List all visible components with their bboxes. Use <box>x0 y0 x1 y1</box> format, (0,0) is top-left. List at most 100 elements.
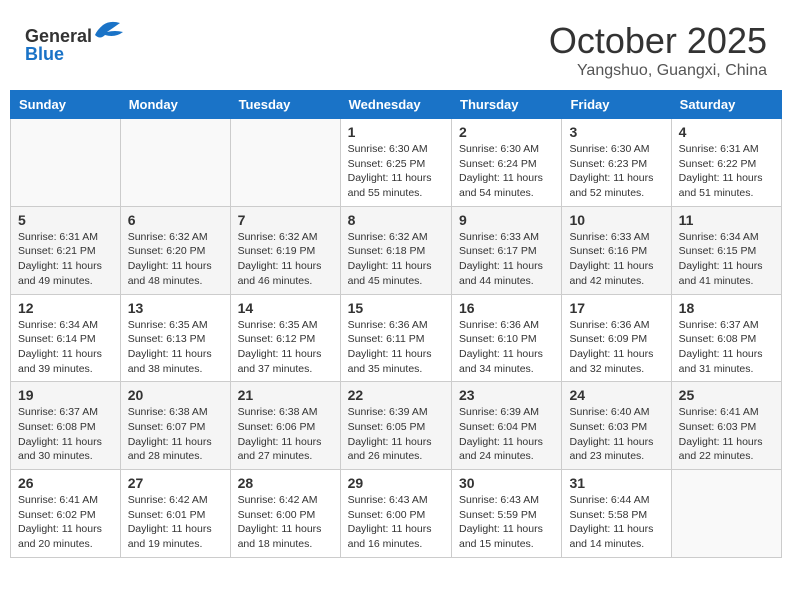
calendar-week-row: 1 Sunrise: 6:30 AMSunset: 6:25 PMDaylight… <box>11 119 782 207</box>
logo: General Blue <box>25 20 125 70</box>
col-header-sunday: Sunday <box>11 91 121 119</box>
day-number: 20 <box>128 387 223 403</box>
calendar-week-row: 12 Sunrise: 6:34 AMSunset: 6:14 PMDayligh… <box>11 294 782 382</box>
day-info: Sunrise: 6:42 AMSunset: 6:00 PMDaylight:… <box>238 493 333 552</box>
day-info: Sunrise: 6:33 AMSunset: 6:17 PMDaylight:… <box>459 230 554 289</box>
day-number: 29 <box>348 475 444 491</box>
day-info: Sunrise: 6:37 AMSunset: 6:08 PMDaylight:… <box>18 405 113 464</box>
day-info: Sunrise: 6:39 AMSunset: 6:04 PMDaylight:… <box>459 405 554 464</box>
day-number: 26 <box>18 475 113 491</box>
day-number: 7 <box>238 212 333 228</box>
calendar-cell: 3 Sunrise: 6:30 AMSunset: 6:23 PMDaylight… <box>562 119 671 207</box>
calendar-cell: 30Sunrise: 6:43 AMSunset: 5:59 PMDayligh… <box>452 470 562 558</box>
day-number: 24 <box>569 387 663 403</box>
calendar-cell: 24 Sunrise: 6:40 AMSunset: 6:03 PMDayligh… <box>562 382 671 470</box>
col-header-tuesday: Tuesday <box>230 91 340 119</box>
day-number: 17 <box>569 300 663 316</box>
calendar-cell: 23 Sunrise: 6:39 AMSunset: 6:04 PMDayligh… <box>452 382 562 470</box>
month-year-title: October 2025 <box>549 20 767 62</box>
calendar-cell: 1 Sunrise: 6:30 AMSunset: 6:25 PMDaylight… <box>340 119 451 207</box>
day-number: 14 <box>238 300 333 316</box>
svg-text:Blue: Blue <box>25 44 64 64</box>
calendar-cell <box>230 119 340 207</box>
day-number: 28 <box>238 475 333 491</box>
calendar-cell: 28 Sunrise: 6:42 AMSunset: 6:00 PMDayligh… <box>230 470 340 558</box>
col-header-wednesday: Wednesday <box>340 91 451 119</box>
day-number: 1 <box>348 124 444 140</box>
calendar-week-row: 19 Sunrise: 6:37 AMSunset: 6:08 PMDayligh… <box>11 382 782 470</box>
day-number: 16 <box>459 300 554 316</box>
day-info: Sunrise: 6:43 AMSunset: 6:00 PMDaylight:… <box>348 493 444 552</box>
day-number: 3 <box>569 124 663 140</box>
day-info: Sunrise: 6:38 AMSunset: 6:07 PMDaylight:… <box>128 405 223 464</box>
day-number: 23 <box>459 387 554 403</box>
calendar-cell <box>120 119 230 207</box>
day-number: 13 <box>128 300 223 316</box>
calendar-week-row: 26 Sunrise: 6:41 AMSunset: 6:02 PMDayligh… <box>11 470 782 558</box>
day-info: Sunrise: 6:30 AMSunset: 6:25 PMDaylight:… <box>348 142 444 201</box>
day-number: 11 <box>679 212 774 228</box>
calendar-cell: 10 Sunrise: 6:33 AMSunset: 6:16 PMDayligh… <box>562 206 671 294</box>
calendar-cell: 9Sunrise: 6:33 AMSunset: 6:17 PMDaylight… <box>452 206 562 294</box>
svg-text:General: General <box>25 26 92 46</box>
calendar-week-row: 5 Sunrise: 6:31 AMSunset: 6:21 PMDaylight… <box>11 206 782 294</box>
day-info: Sunrise: 6:41 AMSunset: 6:03 PMDaylight:… <box>679 405 774 464</box>
col-header-monday: Monday <box>120 91 230 119</box>
day-info: Sunrise: 6:35 AMSunset: 6:12 PMDaylight:… <box>238 318 333 377</box>
calendar-cell: 8Sunrise: 6:32 AMSunset: 6:18 PMDaylight… <box>340 206 451 294</box>
calendar-cell: 15Sunrise: 6:36 AMSunset: 6:11 PMDayligh… <box>340 294 451 382</box>
day-number: 19 <box>18 387 113 403</box>
calendar-cell: 13Sunrise: 6:35 AMSunset: 6:13 PMDayligh… <box>120 294 230 382</box>
logo-icon: General Blue <box>25 20 125 65</box>
day-info: Sunrise: 6:38 AMSunset: 6:06 PMDaylight:… <box>238 405 333 464</box>
calendar-cell: 17 Sunrise: 6:36 AMSunset: 6:09 PMDayligh… <box>562 294 671 382</box>
day-number: 27 <box>128 475 223 491</box>
day-info: Sunrise: 6:36 AMSunset: 6:10 PMDaylight:… <box>459 318 554 377</box>
calendar-cell: 27 Sunrise: 6:42 AMSunset: 6:01 PMDayligh… <box>120 470 230 558</box>
day-info: Sunrise: 6:30 AMSunset: 6:23 PMDaylight:… <box>569 142 663 201</box>
day-number: 21 <box>238 387 333 403</box>
calendar-cell: 26 Sunrise: 6:41 AMSunset: 6:02 PMDayligh… <box>11 470 121 558</box>
calendar-cell: 7Sunrise: 6:32 AMSunset: 6:19 PMDaylight… <box>230 206 340 294</box>
header: General Blue October 2025 Yangshuo, Guan… <box>10 10 782 85</box>
calendar-cell: 14 Sunrise: 6:35 AMSunset: 6:12 PMDayligh… <box>230 294 340 382</box>
day-number: 25 <box>679 387 774 403</box>
col-header-saturday: Saturday <box>671 91 781 119</box>
calendar-cell <box>11 119 121 207</box>
day-number: 22 <box>348 387 444 403</box>
calendar-cell: 29 Sunrise: 6:43 AMSunset: 6:00 PMDayligh… <box>340 470 451 558</box>
calendar-cell: 2Sunrise: 6:30 AMSunset: 6:24 PMDaylight… <box>452 119 562 207</box>
day-info: Sunrise: 6:41 AMSunset: 6:02 PMDaylight:… <box>18 493 113 552</box>
calendar-cell: 18Sunrise: 6:37 AMSunset: 6:08 PMDayligh… <box>671 294 781 382</box>
calendar-cell: 5 Sunrise: 6:31 AMSunset: 6:21 PMDaylight… <box>11 206 121 294</box>
day-number: 5 <box>18 212 113 228</box>
day-info: Sunrise: 6:39 AMSunset: 6:05 PMDaylight:… <box>348 405 444 464</box>
day-number: 12 <box>18 300 113 316</box>
day-info: Sunrise: 6:44 AMSunset: 5:58 PMDaylight:… <box>569 493 663 552</box>
calendar-cell: 19 Sunrise: 6:37 AMSunset: 6:08 PMDayligh… <box>11 382 121 470</box>
day-info: Sunrise: 6:31 AMSunset: 6:21 PMDaylight:… <box>18 230 113 289</box>
day-number: 10 <box>569 212 663 228</box>
day-info: Sunrise: 6:36 AMSunset: 6:09 PMDaylight:… <box>569 318 663 377</box>
day-info: Sunrise: 6:32 AMSunset: 6:18 PMDaylight:… <box>348 230 444 289</box>
calendar-cell: 12 Sunrise: 6:34 AMSunset: 6:14 PMDayligh… <box>11 294 121 382</box>
calendar-table: SundayMondayTuesdayWednesdayThursdayFrid… <box>10 90 782 558</box>
day-info: Sunrise: 6:33 AMSunset: 6:16 PMDaylight:… <box>569 230 663 289</box>
day-info: Sunrise: 6:42 AMSunset: 6:01 PMDaylight:… <box>128 493 223 552</box>
title-section: October 2025 Yangshuo, Guangxi, China <box>549 20 767 80</box>
day-info: Sunrise: 6:43 AMSunset: 5:59 PMDaylight:… <box>459 493 554 552</box>
calendar-cell: 6 Sunrise: 6:32 AMSunset: 6:20 PMDaylight… <box>120 206 230 294</box>
col-header-friday: Friday <box>562 91 671 119</box>
day-info: Sunrise: 6:32 AMSunset: 6:20 PMDaylight:… <box>128 230 223 289</box>
day-number: 18 <box>679 300 774 316</box>
calendar-cell: 31Sunrise: 6:44 AMSunset: 5:58 PMDayligh… <box>562 470 671 558</box>
day-info: Sunrise: 6:34 AMSunset: 6:14 PMDaylight:… <box>18 318 113 377</box>
day-number: 6 <box>128 212 223 228</box>
day-info: Sunrise: 6:40 AMSunset: 6:03 PMDaylight:… <box>569 405 663 464</box>
day-info: Sunrise: 6:34 AMSunset: 6:15 PMDaylight:… <box>679 230 774 289</box>
day-info: Sunrise: 6:31 AMSunset: 6:22 PMDaylight:… <box>679 142 774 201</box>
col-header-thursday: Thursday <box>452 91 562 119</box>
calendar-cell <box>671 470 781 558</box>
calendar-cell: 16 Sunrise: 6:36 AMSunset: 6:10 PMDayligh… <box>452 294 562 382</box>
calendar-cell: 22 Sunrise: 6:39 AMSunset: 6:05 PMDayligh… <box>340 382 451 470</box>
